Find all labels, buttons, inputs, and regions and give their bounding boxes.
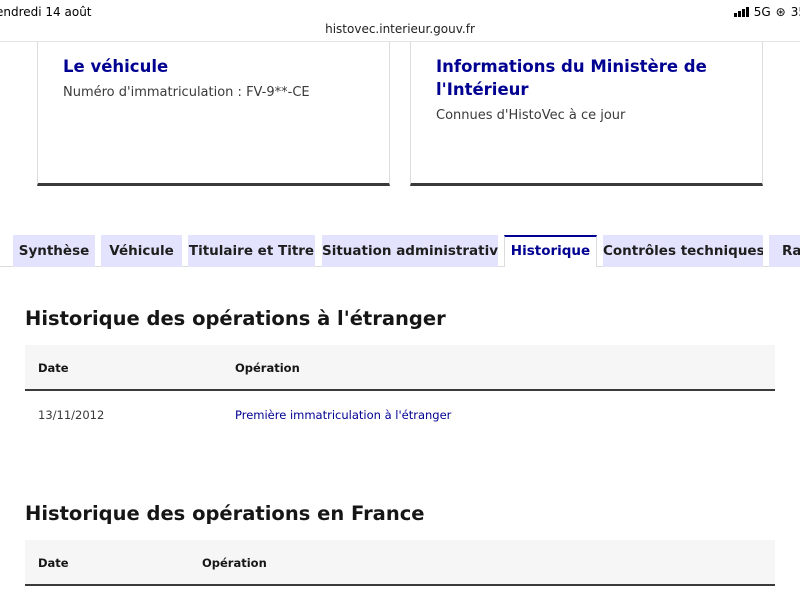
tab-vehicule[interactable]: Véhicule xyxy=(101,235,182,267)
status-bar: endredi 14 août 5G ⊛ 35 xyxy=(0,0,800,22)
tab-bar: Synthèse Véhicule Titulaire et Titre Sit… xyxy=(0,235,800,268)
tab-controles-techniques[interactable]: Contrôles techniques xyxy=(603,235,763,267)
column-header-operation: Opération xyxy=(235,361,300,375)
row-date: 13/11/2012 xyxy=(38,408,105,422)
status-indicators: 5G ⊛ 35 xyxy=(733,5,800,19)
card-title: Informations du Ministère de l'Intérieur xyxy=(436,57,707,99)
status-date: endredi 14 août xyxy=(0,5,92,19)
table-header: Date Opération xyxy=(25,540,775,586)
column-header-operation: Opération xyxy=(202,556,267,570)
tab-situation-administrative[interactable]: Situation administrative xyxy=(322,235,498,267)
network-label: 5G xyxy=(753,5,771,19)
tab-historique[interactable]: Historique xyxy=(504,235,597,268)
address-bar[interactable]: histovec.interieur.gouv.fr xyxy=(0,22,800,36)
card-subtitle: Numéro d'immatriculation : FV-9**-CE xyxy=(63,85,310,100)
vehicle-card: Le véhicule Numéro d'immatriculation : F… xyxy=(37,42,390,186)
orientation-lock-icon: ⊛ xyxy=(775,5,786,19)
tab-titulaire-et-titre[interactable]: Titulaire et Titre xyxy=(188,235,315,267)
table-header: Date Opération xyxy=(25,345,775,391)
card-title: Le véhicule xyxy=(63,57,169,76)
row-operation-link[interactable]: Première immatriculation à l'étranger xyxy=(235,408,451,422)
battery-label: 35 xyxy=(790,5,800,19)
card-subtitle: Connues d'HistoVec à ce jour xyxy=(436,108,626,123)
signal-icon xyxy=(733,7,749,17)
tab-rapport[interactable]: Rapport xyxy=(769,235,800,267)
table-row: 13/11/2012 Première immatriculation à l'… xyxy=(25,392,775,438)
section-title-etranger: Historique des opérations à l'étranger xyxy=(25,307,446,330)
column-header-date: Date xyxy=(38,556,69,570)
historique-panel: Historique des opérations à l'étranger D… xyxy=(0,267,800,600)
ministry-info-card: Informations du Ministère de l'Intérieur… xyxy=(410,42,763,186)
column-header-date: Date xyxy=(38,361,69,375)
tab-synthese[interactable]: Synthèse xyxy=(13,235,95,267)
section-title-france: Historique des opérations en France xyxy=(25,502,425,525)
